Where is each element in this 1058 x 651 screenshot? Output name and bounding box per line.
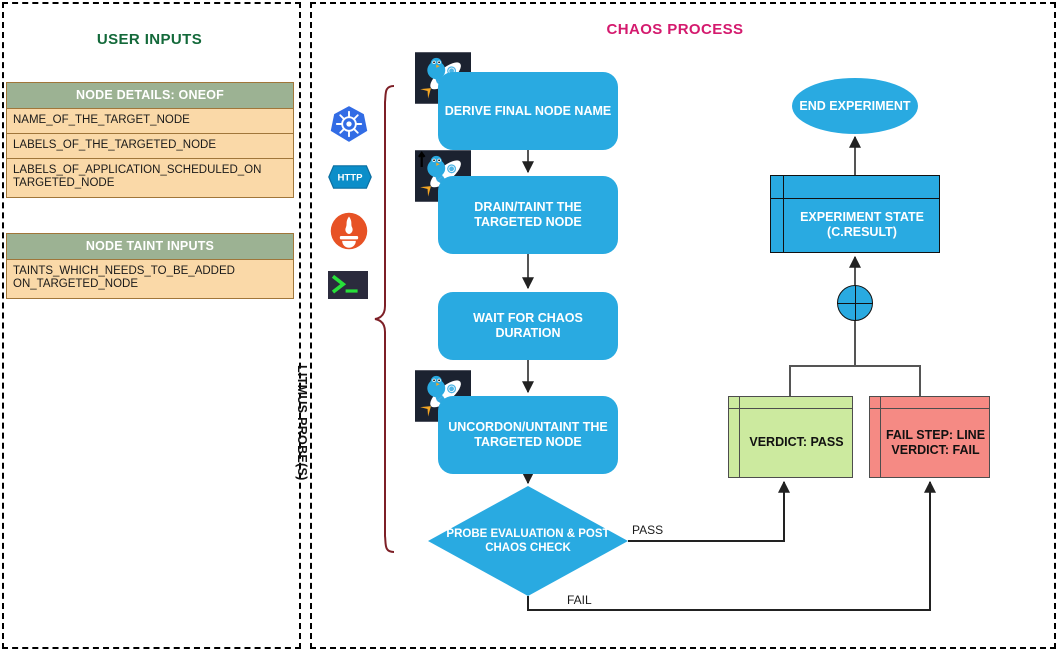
- node-details-header: NODE DETAILS: ONEOF: [7, 83, 293, 109]
- step-wait-for-chaos-duration[interactable]: WAIT FOR CHAOS DURATION: [438, 292, 618, 360]
- state-side-rule: [783, 176, 784, 252]
- prometheus-icon: [330, 212, 368, 255]
- node-details-table: NODE DETAILS: ONEOF NAME_OF_THE_TARGET_N…: [6, 82, 294, 198]
- junction-vertical-rule: [855, 285, 856, 321]
- decision-probe-evaluation[interactable]: PROBE EVALUATION & POST CHAOS CHECK: [428, 486, 628, 596]
- cmd-terminal-icon: [328, 271, 368, 304]
- http-icon: HTTP: [328, 164, 372, 195]
- edge-label-pass: PASS: [632, 523, 664, 537]
- node-taint-table: NODE TAINT INPUTS TAINTS_WHICH_NEEDS_TO_…: [6, 233, 294, 299]
- litmus-probe-label: LITMUS PROBE(S): [295, 365, 309, 481]
- decision-label: PROBE EVALUATION & POST CHAOS CHECK: [446, 528, 610, 554]
- step-uncordon-untaint-targeted-node[interactable]: UNCORDON/UNTAINT THE TARGETED NODE: [438, 396, 618, 474]
- verdict-pass-box[interactable]: VERDICT: PASS: [728, 396, 853, 478]
- step-drain-taint-targeted-node[interactable]: DRAIN/TAINT THE TARGETED NODE: [438, 176, 618, 254]
- user-inputs-title: USER INPUTS: [96, 31, 203, 48]
- node-taint-header: NODE TAINT INPUTS: [7, 234, 293, 260]
- experiment-state-box[interactable]: EXPERIMENT STATE (C.RESULT): [770, 175, 940, 253]
- litmus-probe-bracket: [374, 85, 395, 553]
- edge-label-fail: FAIL: [567, 593, 592, 607]
- verdict-fail-label: FAIL STEP: LINE VERDICT: FAIL: [885, 427, 986, 457]
- kubernetes-icon: [330, 105, 368, 148]
- chaos-process-title: CHAOS PROCESS: [606, 21, 744, 38]
- table-row: LABELS_OF_THE_TARGETED_NODE: [7, 134, 293, 159]
- verdict-pass-label: VERDICT: PASS: [749, 435, 844, 449]
- table-row: TAINTS_WHICH_NEEDS_TO_BE_ADDED ON_TARGET…: [7, 260, 293, 298]
- diagram-canvas: USER INPUTS NODE DETAILS: ONEOF NAME_OF_…: [0, 0, 1058, 651]
- merge-junction-node: [837, 285, 873, 321]
- step-derive-final-node-name[interactable]: DERIVE FINAL NODE NAME: [438, 72, 618, 150]
- verdict-side-rule: [880, 397, 881, 477]
- table-row: NAME_OF_THE_TARGET_NODE: [7, 109, 293, 134]
- svg-text:HTTP: HTTP: [337, 173, 363, 184]
- verdict-side-rule: [739, 397, 740, 477]
- table-row: LABELS_OF_APPLICATION_SCHEDULED_ON TARGE…: [7, 159, 293, 197]
- experiment-state-label: EXPERIMENT STATE (C.RESULT): [800, 210, 924, 239]
- verdict-fail-box[interactable]: FAIL STEP: LINE VERDICT: FAIL: [869, 396, 990, 478]
- end-experiment-node[interactable]: END EXPERIMENT: [792, 78, 918, 134]
